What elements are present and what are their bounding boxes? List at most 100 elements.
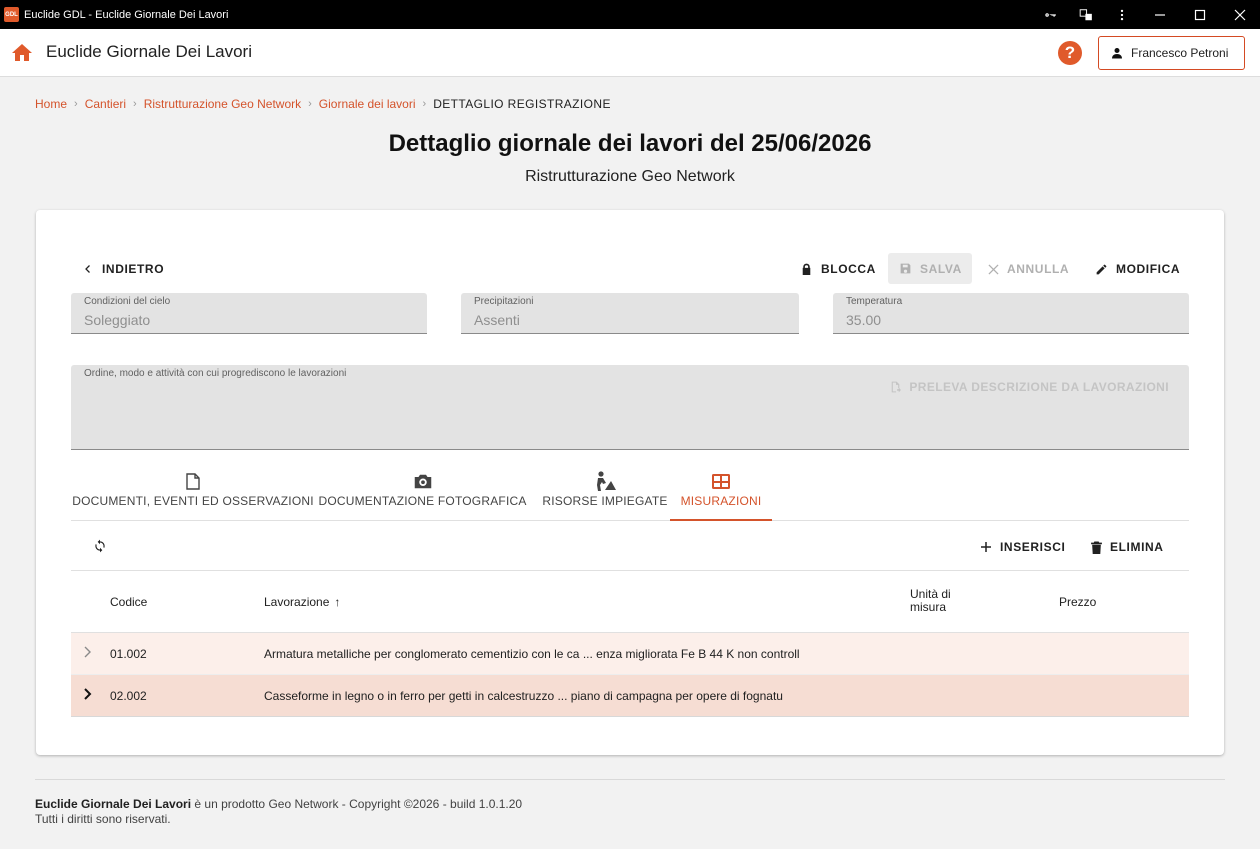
person-icon	[1112, 48, 1122, 59]
temperature-field-value: 35.00	[846, 312, 882, 328]
home-icon[interactable]	[10, 41, 34, 65]
edit-button[interactable]: MODIFICA	[1095, 262, 1180, 276]
progress-description-field[interactable]: Ordine, modo e attività con cui progredi…	[71, 365, 1189, 450]
column-unit[interactable]: Unità di misura	[910, 588, 951, 614]
app-title: Euclide Giornale Dei Lavori	[46, 42, 252, 61]
breadcrumb-separator: ›	[422, 98, 427, 110]
edit-label: MODIFICA	[1116, 262, 1181, 276]
breadcrumb-current: DETTAGLIO REGISTRAZIONE	[433, 97, 611, 111]
key-icon[interactable]	[1032, 0, 1068, 29]
pencil-icon	[1096, 264, 1107, 274]
save-label: SALVA	[920, 261, 962, 276]
table-row[interactable]: 02.002 Casseforme in legno o in ferro pe…	[71, 675, 1189, 717]
fetch-description-label: PRELEVA DESCRIZIONE DA LAVORAZIONI	[909, 380, 1169, 394]
breadcrumb: Home › Cantieri › Ristrutturazione Geo N…	[35, 97, 611, 111]
breadcrumb-separator: ›	[133, 98, 137, 110]
footer-rights: Tutti i diritti sono riservati.	[35, 812, 171, 826]
close-icon[interactable]	[1220, 0, 1260, 29]
save-button[interactable]: SALVA	[888, 253, 972, 284]
table-toolbar: INSERISCI ELIMINA	[71, 521, 1189, 571]
page-title: Dettaglio giornale dei lavori del 25/06/…	[388, 130, 872, 157]
breadcrumb-cantieri[interactable]: Cantieri	[85, 97, 126, 111]
table-icon	[712, 473, 730, 489]
sort-arrow-up-icon[interactable]: ↑	[334, 595, 340, 609]
minimize-icon[interactable]	[1140, 0, 1180, 29]
footer-divider	[35, 779, 1225, 780]
row-code: 01.002	[110, 647, 147, 661]
maximize-icon[interactable]	[1180, 0, 1220, 29]
tab-measurements[interactable]: MISURAZIONI	[670, 466, 772, 521]
tab-documents-label: DOCUMENTI, EVENTI ED OSSERVAZIONI	[72, 494, 314, 508]
plus-icon	[981, 542, 991, 552]
close-x-icon	[988, 263, 999, 275]
temperature-field-label: Temperatura	[846, 296, 903, 307]
user-name: Francesco Petroni	[1131, 46, 1229, 60]
cancel-label: ANNULLA	[1007, 262, 1070, 276]
delete-button[interactable]: ELIMINA	[1091, 540, 1164, 554]
insert-button[interactable]: INSERISCI	[980, 540, 1065, 554]
more-vertical-icon[interactable]	[1104, 0, 1140, 29]
lock-button[interactable]: BLOCCA	[800, 262, 876, 276]
refresh-button[interactable]	[93, 539, 115, 553]
chevron-right-icon[interactable]	[83, 688, 93, 700]
tab-measurements-label: MISURAZIONI	[680, 494, 762, 508]
document-icon	[186, 472, 200, 490]
breadcrumb-home[interactable]: Home	[35, 97, 67, 111]
window-titlebar: GDL Euclide GDL - Euclide Giornale Dei L…	[0, 0, 1260, 29]
breadcrumb-separator: ›	[74, 98, 78, 110]
fetch-document-icon	[892, 381, 902, 393]
sky-field-label: Condizioni del cielo	[84, 296, 171, 307]
camera-icon	[414, 474, 431, 488]
insert-label: INSERISCI	[1000, 540, 1066, 554]
tab-documents[interactable]: DOCUMENTI, EVENTI ED OSSERVAZIONI	[71, 466, 315, 521]
column-price[interactable]: Prezzo	[1059, 595, 1096, 609]
lock-icon	[802, 263, 811, 275]
translate-icon[interactable]	[1068, 0, 1104, 29]
trash-icon	[1091, 541, 1102, 554]
save-icon	[900, 263, 911, 274]
tab-photos-label: DOCUMENTAZIONE FOTOGRAFICA	[318, 494, 527, 508]
window-title: Euclide GDL - Euclide Giornale Dei Lavor…	[24, 8, 229, 21]
breadcrumb-journal[interactable]: Giornale dei lavori	[319, 97, 416, 111]
chevron-left-icon	[85, 265, 90, 273]
back-button[interactable]: INDIETRO	[82, 262, 164, 276]
table-row[interactable]: 01.002 Armatura metalliche per conglomer…	[71, 633, 1189, 675]
breadcrumb-project[interactable]: Ristrutturazione Geo Network	[144, 97, 301, 111]
app-header: Euclide Giornale Dei Lavori ? Francesco …	[0, 29, 1260, 77]
chevron-right-icon[interactable]	[83, 646, 93, 658]
tab-photos[interactable]: DOCUMENTAZIONE FOTOGRAFICA	[315, 466, 530, 521]
delete-label: ELIMINA	[1110, 540, 1164, 554]
breadcrumb-separator: ›	[308, 98, 312, 110]
page-subtitle: Ristrutturazione Geo Network	[525, 168, 735, 185]
detail-card: INDIETRO BLOCCA SALVA ANNULLA MODIFICA C…	[36, 210, 1224, 755]
worker-icon	[597, 471, 616, 491]
cancel-button[interactable]: ANNULLA	[988, 262, 1069, 276]
footer-copyright: è un prodotto Geo Network - Copyright ©2…	[191, 797, 523, 811]
tab-resources[interactable]: RISORSE IMPIEGATE	[530, 466, 680, 521]
rain-field-label: Precipitazioni	[474, 296, 534, 307]
lock-label: BLOCCA	[821, 262, 876, 276]
progress-field-label: Ordine, modo e attività con cui progredi…	[84, 368, 347, 379]
sky-field-value: Soleggiato	[84, 312, 151, 328]
column-work-label: Lavorazione	[264, 595, 330, 609]
row-code: 02.002	[110, 689, 147, 703]
app-logo-icon: GDL	[4, 7, 19, 22]
rain-field-value: Assenti	[474, 312, 520, 328]
temperature-field[interactable]: Temperatura 35.00	[833, 293, 1189, 334]
row-description: Armatura metalliche per conglomerato cem…	[264, 647, 800, 661]
back-label: INDIETRO	[102, 262, 165, 276]
fetch-description-button[interactable]: PRELEVA DESCRIZIONE DA LAVORAZIONI	[889, 380, 1169, 394]
tabs-bar: DOCUMENTI, EVENTI ED OSSERVAZIONI DOCUME…	[71, 466, 1189, 521]
table-header: Codice Lavorazione ↑ Unità di misura Pre…	[71, 571, 1189, 633]
rain-field[interactable]: Precipitazioni Assenti	[461, 293, 799, 334]
tab-resources-label: RISORSE IMPIEGATE	[542, 494, 668, 508]
help-icon[interactable]: ?	[1058, 41, 1082, 65]
footer: Euclide Giornale Dei Lavori è un prodott…	[35, 797, 522, 827]
footer-product: Euclide Giornale Dei Lavori	[35, 797, 192, 811]
user-menu-button[interactable]: Francesco Petroni	[1098, 36, 1245, 70]
column-work[interactable]: Lavorazione ↑	[264, 595, 340, 609]
sky-field[interactable]: Condizioni del cielo Soleggiato	[71, 293, 427, 334]
row-description: Casseforme in legno o in ferro per getti…	[264, 689, 783, 703]
refresh-icon	[95, 539, 105, 553]
column-code[interactable]: Codice	[110, 595, 147, 609]
